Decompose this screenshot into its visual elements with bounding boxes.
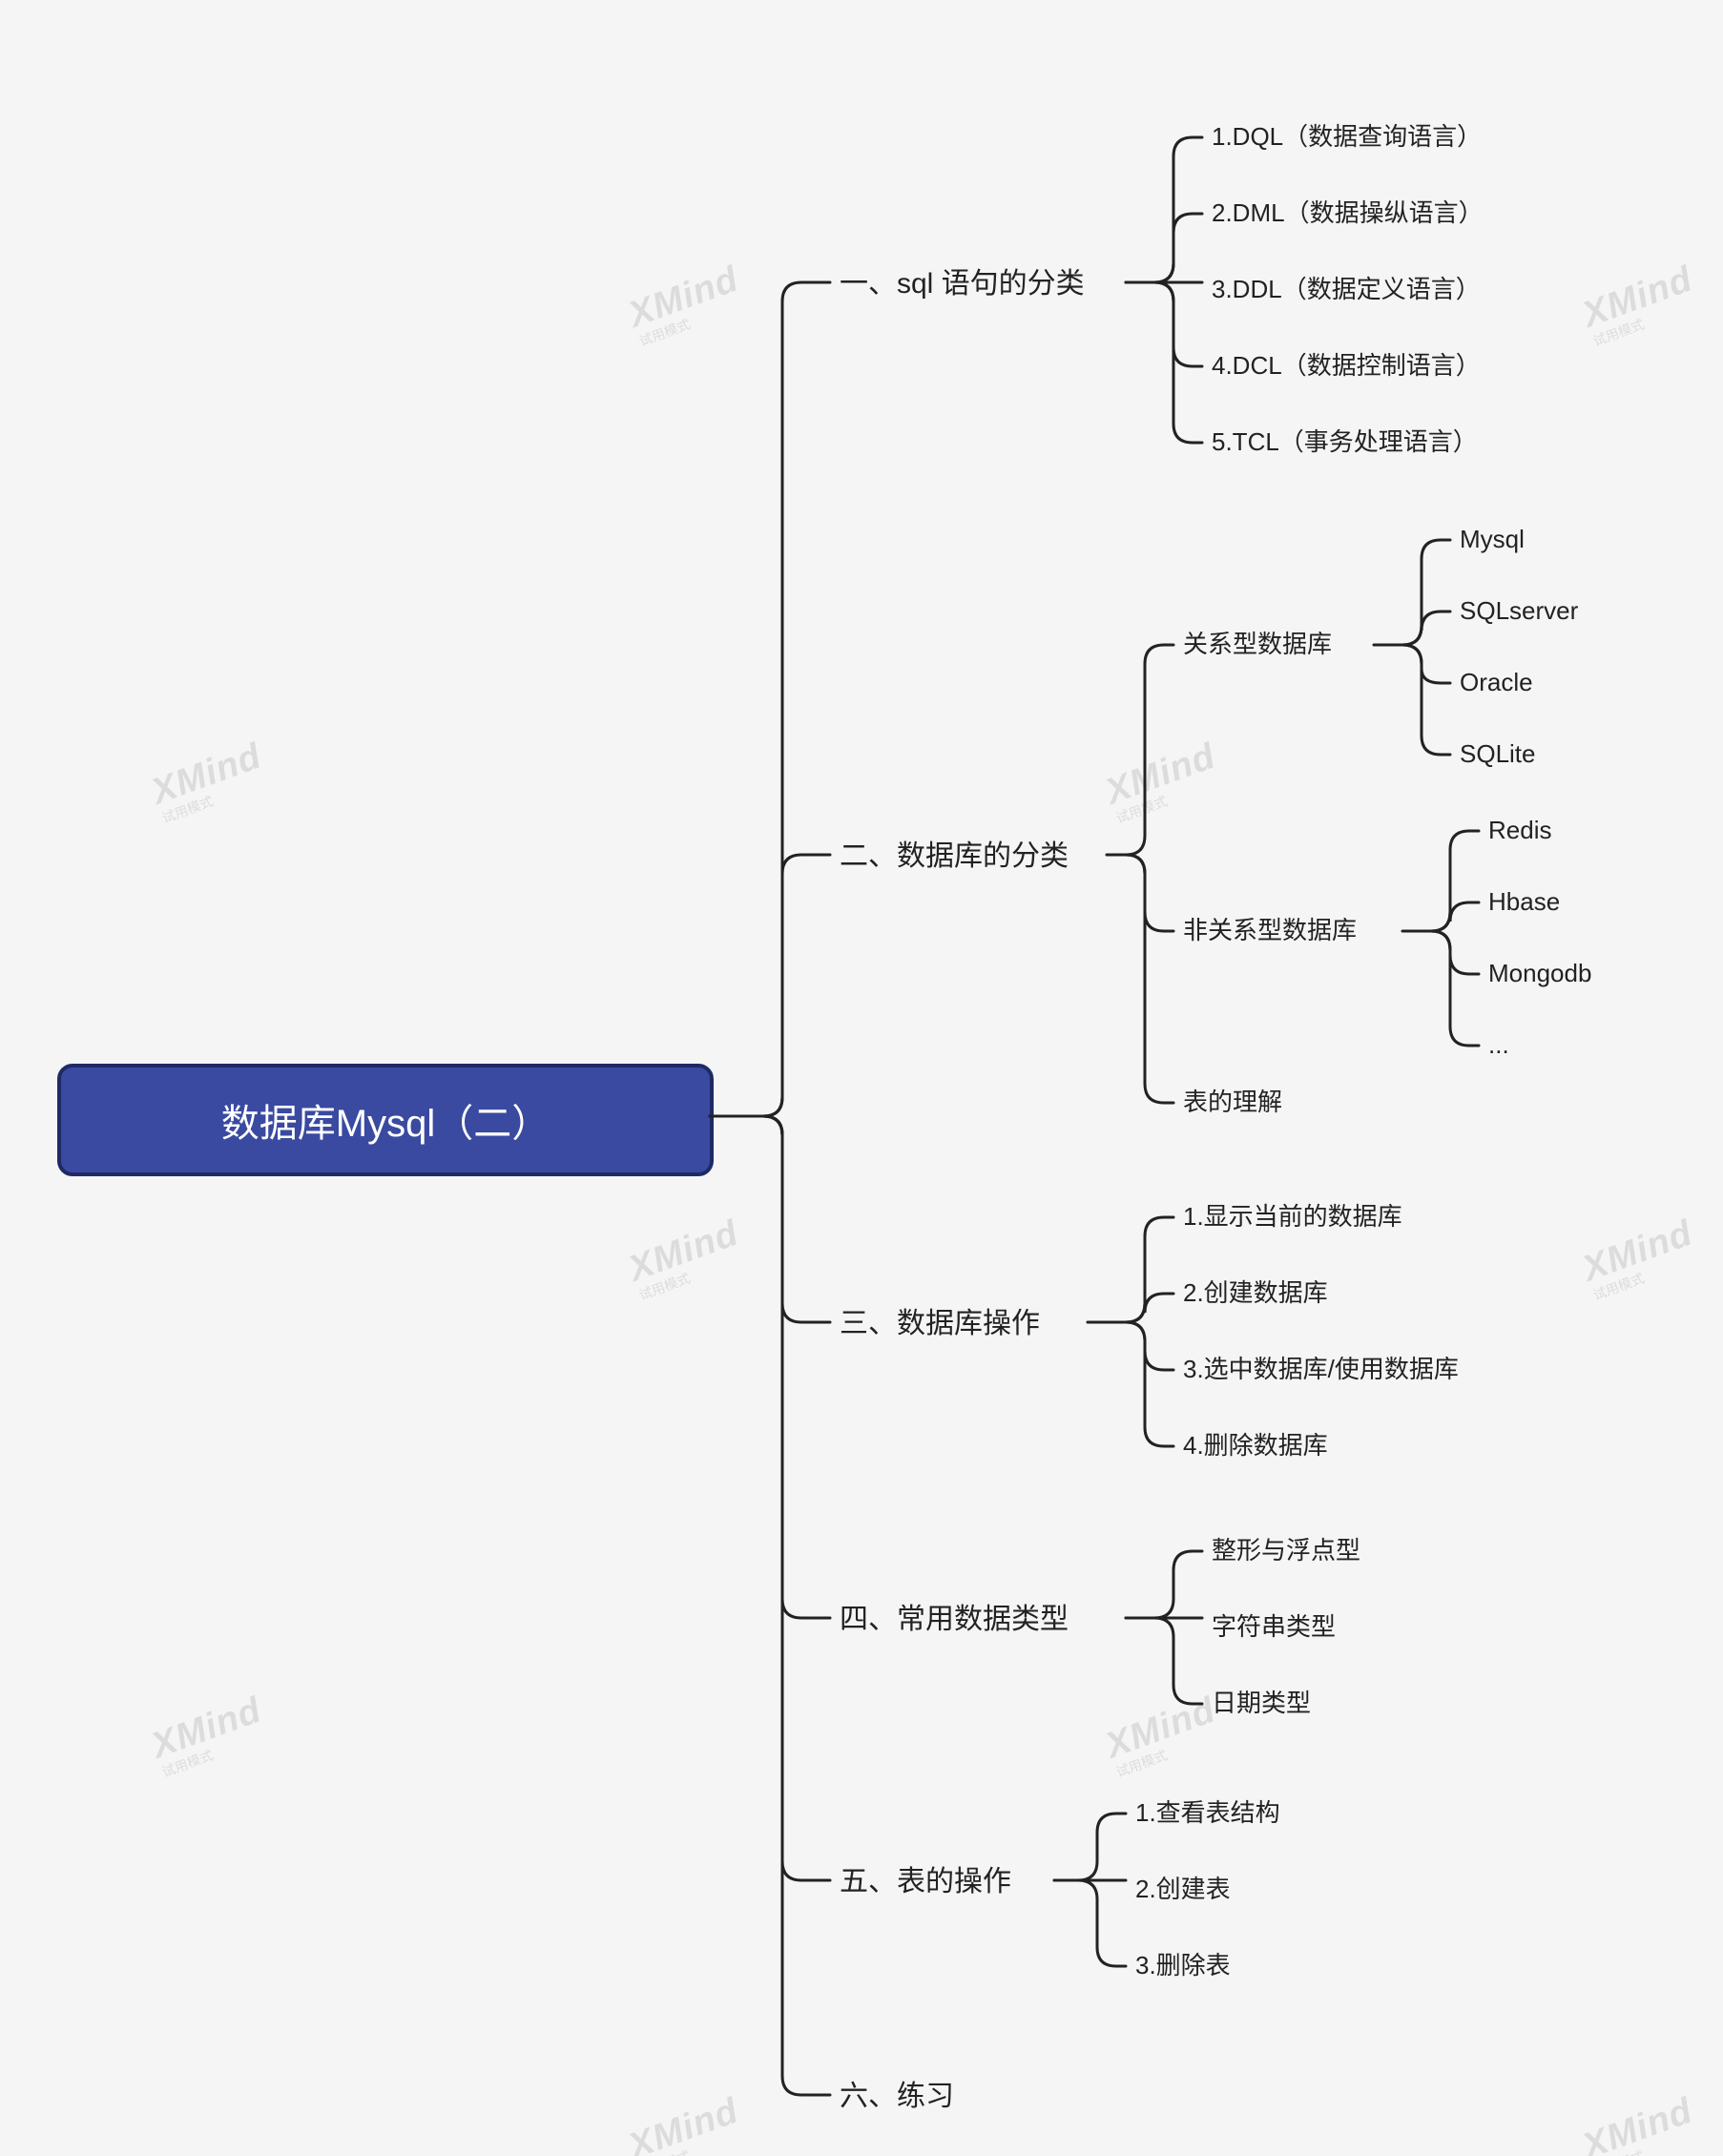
branch-5-child-1[interactable]: 1.查看表结构 bbox=[1135, 1798, 1280, 1828]
watermark: XMind试用模式 bbox=[1100, 1690, 1226, 1781]
watermark: XMind试用模式 bbox=[146, 736, 272, 827]
branch-2-child-2[interactable]: 非关系型数据库 bbox=[1183, 916, 1357, 945]
watermark: XMind试用模式 bbox=[146, 1690, 272, 1781]
branch-5-child-2[interactable]: 2.创建表 bbox=[1135, 1875, 1231, 1904]
watermark: XMind试用模式 bbox=[1577, 259, 1703, 350]
branch-2-1-child-4[interactable]: SQLite bbox=[1460, 739, 1536, 769]
branch-2-2-child-2[interactable]: Hbase bbox=[1488, 887, 1560, 917]
root-node[interactable]: 数据库Mysql（二） bbox=[57, 1064, 714, 1176]
branch-1-child-4[interactable]: 4.DCL（数据控制语言） bbox=[1212, 351, 1481, 381]
branch-2-child-1[interactable]: 关系型数据库 bbox=[1183, 630, 1332, 659]
watermark: XMind试用模式 bbox=[1100, 736, 1226, 827]
branch-4[interactable]: 四、常用数据类型 bbox=[840, 1603, 1069, 1637]
branch-2-2-child-3[interactable]: Mongodb bbox=[1488, 959, 1591, 988]
watermark: XMind试用模式 bbox=[1577, 1213, 1703, 1304]
watermark: XMind试用模式 bbox=[623, 2090, 749, 2156]
mindmap-canvas: XMind试用模式 XMind试用模式 XMind试用模式 XMind试用模式 … bbox=[0, 0, 1723, 2156]
branch-2-child-3[interactable]: 表的理解 bbox=[1183, 1088, 1282, 1117]
branch-2[interactable]: 二、数据库的分类 bbox=[840, 840, 1069, 874]
branch-3-child-3[interactable]: 3.选中数据库/使用数据库 bbox=[1183, 1355, 1459, 1384]
branch-1[interactable]: 一、sql 语句的分类 bbox=[840, 267, 1085, 301]
branch-5[interactable]: 五、表的操作 bbox=[840, 1865, 1011, 1899]
branch-1-child-3[interactable]: 3.DDL（数据定义语言） bbox=[1212, 275, 1481, 304]
branch-3-child-4[interactable]: 4.删除数据库 bbox=[1183, 1431, 1328, 1461]
branch-2-2-child-1[interactable]: Redis bbox=[1488, 816, 1551, 845]
branch-4-child-2[interactable]: 字符串类型 bbox=[1212, 1612, 1336, 1642]
watermark: XMind试用模式 bbox=[623, 1213, 749, 1304]
branch-4-child-1[interactable]: 整形与浮点型 bbox=[1212, 1536, 1360, 1565]
branch-2-2-child-4[interactable]: ... bbox=[1488, 1030, 1509, 1060]
branch-5-child-3[interactable]: 3.删除表 bbox=[1135, 1951, 1231, 1980]
branch-3-child-1[interactable]: 1.显示当前的数据库 bbox=[1183, 1202, 1402, 1232]
branch-1-child-2[interactable]: 2.DML（数据操纵语言） bbox=[1212, 198, 1484, 228]
branch-2-1-child-1[interactable]: Mysql bbox=[1460, 525, 1525, 554]
watermark: XMind试用模式 bbox=[623, 259, 749, 350]
branch-2-1-child-3[interactable]: Oracle bbox=[1460, 668, 1533, 697]
branch-3[interactable]: 三、数据库操作 bbox=[840, 1307, 1040, 1341]
branch-3-child-2[interactable]: 2.创建数据库 bbox=[1183, 1278, 1328, 1308]
branch-1-child-1[interactable]: 1.DQL（数据查询语言） bbox=[1212, 122, 1482, 152]
watermark: XMind试用模式 bbox=[1577, 2090, 1703, 2156]
branch-6[interactable]: 六、练习 bbox=[840, 2080, 954, 2114]
branch-2-1-child-2[interactable]: SQLserver bbox=[1460, 596, 1578, 626]
branch-4-child-3[interactable]: 日期类型 bbox=[1212, 1689, 1311, 1718]
branch-1-child-5[interactable]: 5.TCL（事务处理语言） bbox=[1212, 427, 1478, 457]
root-label: 数据库Mysql（二） bbox=[221, 1092, 550, 1148]
